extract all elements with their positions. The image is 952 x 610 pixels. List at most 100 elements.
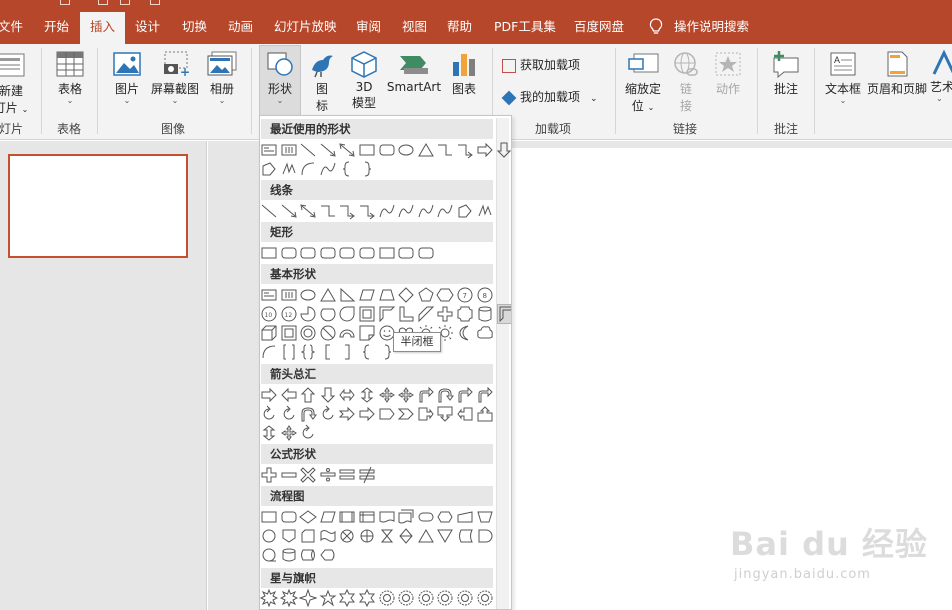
shape-preparation-icon[interactable] [436, 508, 454, 526]
tab-pdf-tools[interactable]: PDF工具集 [494, 9, 556, 44]
shape-rrect-icon[interactable] [417, 244, 435, 262]
shape-arc-icon[interactable] [299, 160, 317, 178]
shape-rrect-icon[interactable] [280, 244, 298, 262]
shape-delay-icon[interactable] [476, 527, 494, 545]
shape-seqaccess-icon[interactable] [260, 546, 278, 564]
shapes-button[interactable]: 形状 ⌄ [260, 50, 300, 105]
shape-chord-icon[interactable] [319, 305, 337, 323]
shape-card-icon[interactable] [299, 527, 317, 545]
shape-dodecagon-icon[interactable]: 12 [280, 305, 298, 323]
shape-storeddata-icon[interactable] [456, 527, 474, 545]
shape-display-icon[interactable] [319, 546, 337, 564]
shape-dblbrace-icon[interactable] [299, 343, 317, 361]
shape-elbow-icon[interactable] [436, 141, 454, 159]
shape-halfframe-icon[interactable] [378, 305, 396, 323]
shape-freeform-icon[interactable] [260, 160, 278, 178]
shape-magdisk-icon[interactable] [280, 546, 298, 564]
3d-model-button[interactable]: 3D 模型 [345, 50, 383, 111]
shape-bentarrow-icon[interactable] [417, 386, 435, 404]
shape-dcallout-icon[interactable] [436, 405, 454, 423]
shape-uarrow-icon[interactable] [299, 386, 317, 404]
shape-udarrow-icon[interactable] [358, 386, 376, 404]
shape-ellipse-icon[interactable] [397, 141, 415, 159]
shape-tri-icon[interactable] [319, 286, 337, 304]
shape-elbowarrow-icon[interactable] [358, 202, 376, 220]
shape-directaccess-icon[interactable] [299, 546, 317, 564]
shape-nosymbol-icon[interactable] [319, 324, 337, 342]
shape-brace-icon[interactable] [358, 343, 376, 361]
redo-icon[interactable] [120, 0, 130, 5]
tab-design[interactable]: 设计 [135, 9, 160, 44]
shape-hexagon-icon[interactable] [436, 286, 454, 304]
shape-terminator-icon[interactable] [417, 508, 435, 526]
shape-rbracket-icon[interactable] [338, 343, 356, 361]
shape-rrect-icon[interactable] [397, 244, 415, 262]
shape-halfframe-hover-icon[interactable] [496, 304, 511, 324]
shape-burst-icon[interactable] [260, 589, 278, 607]
shape-quad-icon[interactable] [378, 386, 396, 404]
shape-curve-icon[interactable] [397, 202, 415, 220]
shape-document-icon[interactable] [378, 508, 396, 526]
shape-rrect-icon[interactable] [378, 141, 396, 159]
shape-frame-icon[interactable] [358, 305, 376, 323]
tab-insert[interactable]: 插入 [80, 12, 126, 44]
shape-textbox-icon[interactable] [260, 141, 278, 159]
shape-curve-icon[interactable] [436, 202, 454, 220]
shape-arrowline-icon[interactable] [319, 141, 337, 159]
shape-offpage-icon[interactable] [280, 527, 298, 545]
shape-sort-icon[interactable] [397, 527, 415, 545]
shape-cloud-icon[interactable] [476, 324, 494, 342]
shape-elbow-icon[interactable] [319, 202, 337, 220]
tab-view[interactable]: 视图 [402, 9, 427, 44]
shape-summing-icon[interactable] [338, 527, 356, 545]
shape-connector-icon[interactable] [260, 527, 278, 545]
shape-star6-icon[interactable] [338, 589, 356, 607]
shape-dblarrow-icon[interactable] [338, 141, 356, 159]
shape-rcallout-icon[interactable] [417, 405, 435, 423]
shape-or-icon[interactable] [358, 527, 376, 545]
shape-scribble-icon[interactable] [476, 202, 494, 220]
shape-altprocess-icon[interactable] [280, 508, 298, 526]
tab-file[interactable]: 文件 [0, 9, 23, 44]
shape-moon-icon[interactable] [456, 324, 474, 342]
slide-thumbnail[interactable] [8, 154, 188, 258]
zoom-button[interactable]: 缩放定 位 ⌄ [622, 50, 664, 114]
shape-arrowline-icon[interactable] [280, 202, 298, 220]
shape-circarrow-icon[interactable] [280, 405, 298, 423]
shape-merge-icon[interactable] [436, 527, 454, 545]
shape-elbowarrow-icon[interactable] [338, 202, 356, 220]
new-slide-button[interactable]: 新建 灯片 ⌄ [0, 50, 30, 116]
tell-me-search[interactable]: 操作说明搜索 [674, 9, 749, 44]
tab-baidu-netdisk[interactable]: 百度网盘 [574, 9, 624, 44]
shape-collate-icon[interactable] [378, 527, 396, 545]
shape-foldedcorner-icon[interactable] [358, 324, 376, 342]
shape-process-icon[interactable] [260, 508, 278, 526]
smartart-button[interactable]: SmartArt [385, 50, 443, 94]
shape-burst-icon[interactable] [279, 589, 298, 607]
shape-darrow-icon[interactable] [319, 386, 337, 404]
present-icon[interactable] [150, 0, 160, 5]
shape-ucallout-icon[interactable] [476, 405, 494, 423]
shape-bracket-icon[interactable] [319, 343, 337, 361]
shape-rrect-icon[interactable] [358, 244, 376, 262]
shape-bevel-icon[interactable] [280, 324, 298, 342]
shape-star8n-icon[interactable] [378, 589, 396, 607]
shape-curve-icon[interactable] [378, 202, 396, 220]
shape-pentarrow-icon[interactable] [378, 405, 396, 423]
shape-star8n-icon[interactable] [417, 589, 435, 607]
link-button[interactable]: 链 接 [669, 50, 703, 114]
header-footer-button[interactable]: 页眉和页脚 [866, 50, 928, 97]
shape-star4-icon[interactable] [299, 589, 318, 607]
shape-curve-icon[interactable] [417, 202, 435, 220]
shape-equal-icon[interactable] [338, 466, 356, 484]
shape-minus-icon[interactable] [280, 466, 298, 484]
shape-elbowarrow-icon[interactable] [456, 141, 474, 159]
gallery-scrollbar[interactable] [496, 118, 509, 609]
shape-line-icon[interactable] [260, 202, 278, 220]
shape-brace-icon[interactable] [338, 160, 356, 178]
shape-decagon-icon[interactable]: 10 [260, 305, 278, 323]
shape-can-icon[interactable] [476, 305, 494, 323]
shape-manualinput-icon[interactable] [456, 508, 474, 526]
shape-uturn-icon[interactable] [436, 386, 455, 404]
shape-ellipse-icon[interactable] [299, 286, 317, 304]
